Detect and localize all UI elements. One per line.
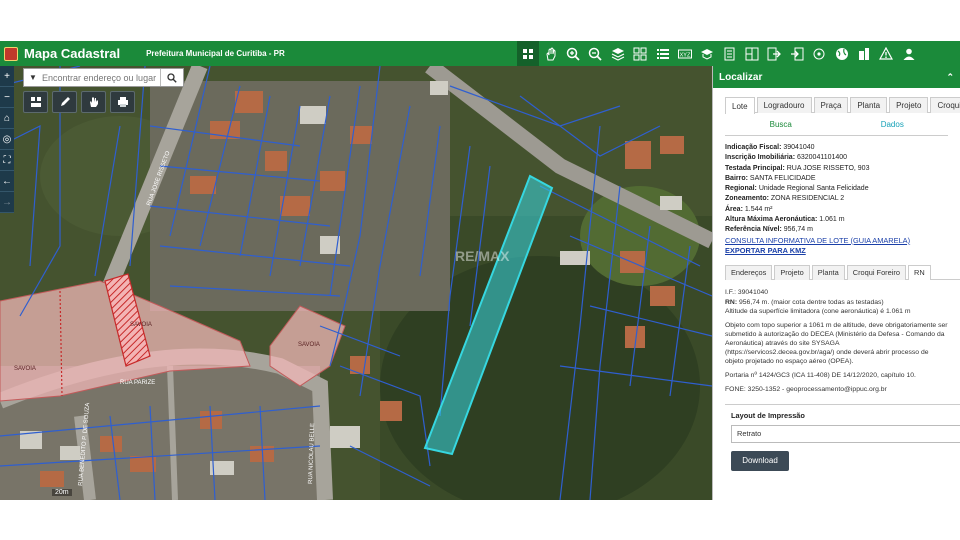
app-title: Mapa Cadastral (24, 46, 121, 61)
rn-objeto: Objeto com topo superior a 1061 m de alt… (725, 321, 948, 365)
consulta-informativa-link[interactable]: CONSULTA INFORMATIVA DE LOTE (GUIA AMARE… (725, 236, 948, 246)
coordinates-label: XYZ (680, 52, 691, 58)
tab-lote[interactable]: Lote (725, 97, 755, 114)
tab-projeto-detail[interactable]: Projeto (774, 264, 810, 280)
app-window: Mapa Cadastral Prefeitura Municipal de C… (0, 41, 960, 500)
field-row: Inscrição Imobiliária: 6320041101400 (725, 154, 848, 162)
map-view[interactable]: RE/MAX SAVOIA SAVOIA SAVOIA RUA JOSE RIS… (0, 66, 712, 500)
fullscreen-icon[interactable]: ⛶ (0, 150, 14, 171)
rn-value-line: RN: 956,74 m. (maior cota dentre todas a… (725, 298, 884, 306)
zone-label: SAVOIA (14, 366, 36, 372)
lote-subtabs: Busca Dados (725, 113, 948, 136)
main-toolbar: XYZ (517, 41, 920, 66)
search-box: ▼ (23, 68, 184, 87)
field-row: Zoneamento: ZONA RESIDENCIAL 2 (725, 195, 845, 203)
panel-header: Localizar ⌃ (713, 66, 960, 88)
print-layout-select[interactable]: Retrato (731, 424, 960, 443)
map-scale: 20m (52, 489, 72, 496)
lot-details: Indicação Fiscal: 39041040 Inscrição Imo… (725, 143, 948, 256)
print-layout-label: Layout de Impressão (731, 410, 805, 420)
rn-altitude: Altitude da superfície limitadora (cone … (725, 307, 911, 315)
compass-icon[interactable]: ◎ (0, 129, 14, 150)
graduation-icon[interactable] (696, 41, 718, 66)
tab-croqui-foreiro[interactable]: Croqui Foreiro (930, 97, 960, 113)
globe-icon[interactable] (830, 41, 852, 66)
divider (725, 403, 960, 405)
rn-fone: FONE: 3250-1352 - geoprocessamento@ippuc… (725, 385, 887, 393)
subtab-busca[interactable]: Busca (725, 120, 837, 129)
field-row: Regional: Unidade Regional Santa Felicid… (725, 185, 869, 193)
export-kmz-link[interactable]: EXPORTAR PARA KMZ (725, 246, 948, 256)
localizar-tabs: Lote Logradouro Praça Planta Projeto Cro… (725, 97, 960, 114)
user-icon[interactable] (898, 41, 920, 66)
street-label: RUA PARIZE (120, 380, 155, 386)
tab-projeto[interactable]: Projeto (889, 97, 929, 113)
coordinates-icon[interactable]: XYZ (674, 41, 696, 66)
tab-planta-detail[interactable]: Planta (811, 264, 845, 280)
zone-label: SAVOIA (298, 342, 320, 348)
warning-icon[interactable] (875, 41, 897, 66)
pencil-icon[interactable] (52, 91, 77, 113)
layers-icon[interactable] (607, 41, 629, 66)
pan-hand-icon[interactable] (539, 41, 561, 66)
tab-rn[interactable]: RN (907, 264, 931, 280)
locate-icon[interactable] (808, 41, 830, 66)
caret-down-icon[interactable]: ▼ (24, 73, 42, 82)
field-row: Bairro: SANTA FELICIDADE (725, 174, 816, 182)
field-row: Referência Nível: 956,74 m (725, 226, 813, 234)
list-icon[interactable] (651, 41, 673, 66)
plus-icon[interactable]: + (0, 66, 14, 87)
detail-tabs: Endereços Projeto Planta Croqui Foreiro … (725, 264, 960, 280)
forward-arrow-icon[interactable]: → (0, 192, 14, 213)
split-icon[interactable] (741, 41, 763, 66)
city-logo-icon (4, 46, 18, 61)
home-icon[interactable]: ⌂ (0, 108, 14, 129)
app-header: Mapa Cadastral Prefeitura Municipal de C… (0, 41, 960, 66)
minus-icon[interactable]: − (0, 87, 14, 108)
field-row: Área: 1.544 m² (725, 205, 773, 213)
app-subtitle: Prefeitura Municipal de Curitiba - PR (146, 49, 285, 58)
report-icon[interactable] (719, 41, 741, 66)
grid-view-icon[interactable] (23, 91, 48, 113)
building-icon[interactable] (853, 41, 875, 66)
search-input[interactable] (42, 72, 160, 83)
search-button[interactable] (160, 69, 182, 86)
field-row: Altura Máxima Aeronáutica: 1.061 m (725, 216, 845, 224)
grid-icon[interactable] (629, 41, 651, 66)
tab-planta[interactable]: Planta (850, 97, 888, 113)
tab-croqui-detail[interactable]: Croqui Foreiro (846, 264, 906, 280)
measure-hand-icon[interactable] (81, 91, 106, 113)
print-icon[interactable] (110, 91, 135, 113)
rn-portaria: Portaria nº 1424/GC3 (ICA 11-408) DE 14/… (725, 371, 916, 379)
zoom-in-icon[interactable] (562, 41, 584, 66)
export-icon[interactable] (763, 41, 785, 66)
back-arrow-icon[interactable]: ← (0, 171, 14, 192)
rn-if: I.F.: 39041040 (725, 288, 769, 296)
download-button[interactable]: Download (731, 450, 789, 471)
map-tool-buttons (23, 91, 135, 113)
tab-enderecos[interactable]: Endereços (725, 264, 773, 280)
localizar-panel: Localizar ⌃ Lote Logradouro Praça Planta… (712, 66, 960, 500)
tab-praca[interactable]: Praça (813, 97, 849, 113)
panel-title: Localizar (719, 71, 763, 83)
aerial-map[interactable]: RE/MAX SAVOIA SAVOIA SAVOIA RUA JOSE RIS… (0, 66, 712, 500)
search-icon (166, 72, 177, 83)
watermark-label: RE/MAX (455, 248, 510, 264)
import-icon[interactable] (786, 41, 808, 66)
field-row: Indicação Fiscal: 39041040 (725, 144, 815, 151)
zone-label: SAVOIA (130, 322, 152, 328)
collapse-chevron-icon[interactable]: ⌃ (946, 72, 954, 83)
rn-content: I.F.: 39041040 RN: 956,74 m. (maior cota… (725, 288, 948, 394)
tab-logradouro[interactable]: Logradouro (756, 97, 812, 113)
zoom-out-icon[interactable] (584, 41, 606, 66)
map-side-toolbar: + − ⌂ ◎ ⛶ ← → (0, 66, 14, 213)
subtab-dados[interactable]: Dados (837, 120, 949, 129)
field-row: Testada Principal: RUA JOSE RISSETO, 903 (725, 164, 870, 172)
select-icon[interactable] (517, 41, 540, 66)
